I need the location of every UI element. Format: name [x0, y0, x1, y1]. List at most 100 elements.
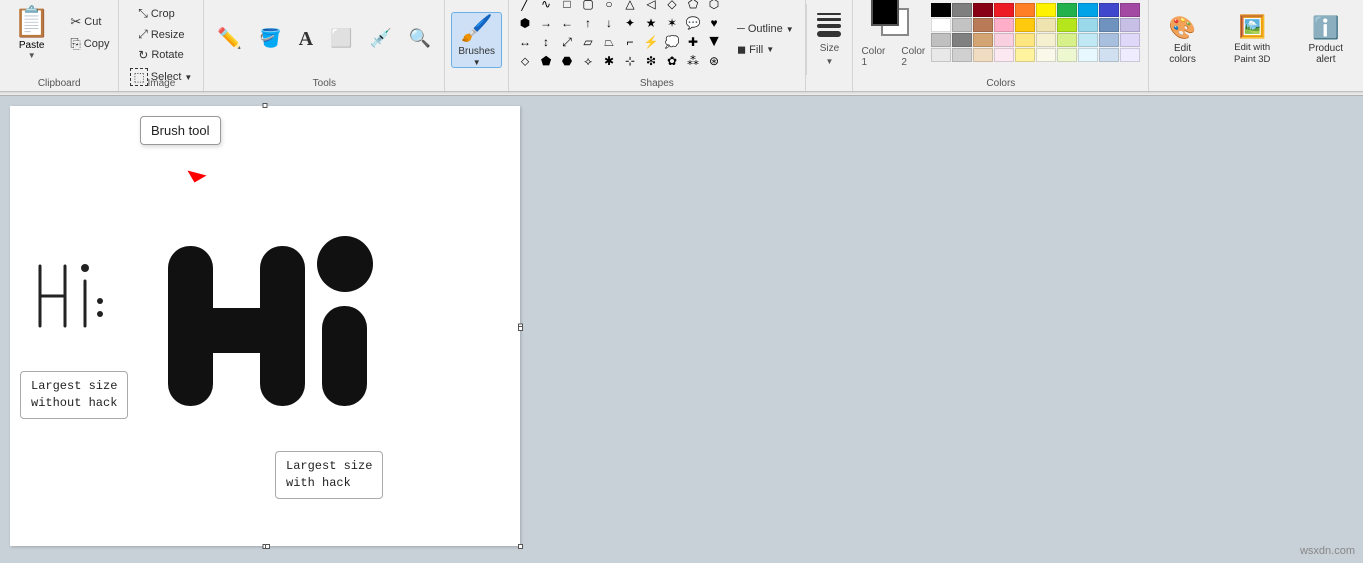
shape-hex[interactable]: ⬡: [704, 0, 724, 13]
shape-curve[interactable]: ∿: [536, 0, 556, 13]
resize-button[interactable]: ⤢ Resize: [133, 25, 189, 44]
color-cell-r0c6[interactable]: [1057, 3, 1077, 17]
shape-8[interactable]: ✱: [599, 52, 619, 70]
color-cell-r3c6[interactable]: [1057, 48, 1077, 62]
color-cell-r2c9[interactable]: [1120, 33, 1140, 47]
color-cell-r3c0[interactable]: [931, 48, 951, 62]
color-cell-r3c1[interactable]: [952, 48, 972, 62]
color-cell-r1c4[interactable]: [1015, 18, 1035, 32]
color-cell-r3c4[interactable]: [1015, 48, 1035, 62]
fill-button[interactable]: 🪣: [252, 14, 288, 66]
handle-mid-right[interactable]: [518, 326, 523, 331]
copy-button[interactable]: ⎘ Copy: [65, 34, 114, 54]
handle-bottom-left[interactable]: [265, 544, 270, 549]
shape-6[interactable]: ⬣: [557, 52, 577, 70]
shape-arrow-lr[interactable]: ↔: [515, 33, 535, 51]
color-cell-r3c8[interactable]: [1099, 48, 1119, 62]
color-cell-r3c3[interactable]: [994, 48, 1014, 62]
shape-arrow-u[interactable]: ↑: [578, 14, 598, 32]
shape-diamond[interactable]: ◇: [662, 0, 682, 13]
shape-penta[interactable]: ⬠: [683, 0, 703, 13]
shape-arrow-4[interactable]: ⤢: [557, 33, 577, 51]
color-cell-r0c9[interactable]: [1120, 3, 1140, 17]
color-cell-r0c4[interactable]: [1015, 3, 1035, 17]
fill-shape-button[interactable]: ◼ Fill ▼: [732, 41, 799, 58]
color-cell-r2c7[interactable]: [1078, 33, 1098, 47]
shape-4[interactable]: ⬦: [515, 52, 535, 70]
eraser-button[interactable]: ⬜: [323, 14, 359, 66]
paste-button[interactable]: 📋 Paste ▼: [4, 2, 59, 63]
color-cell-r1c6[interactable]: [1057, 18, 1077, 32]
shape-line[interactable]: ╱: [515, 0, 535, 13]
color-cell-r1c9[interactable]: [1120, 18, 1140, 32]
color-cell-r2c2[interactable]: [973, 33, 993, 47]
color-cell-r2c6[interactable]: [1057, 33, 1077, 47]
shape-7[interactable]: ⟡: [578, 52, 598, 70]
shape-star5[interactable]: ★: [641, 14, 661, 32]
color-cell-r3c2[interactable]: [973, 48, 993, 62]
shape-rtriangle[interactable]: ◁: [641, 0, 661, 13]
shape-arrow-r[interactable]: →: [536, 14, 556, 32]
outline-button[interactable]: ─ Outline ▼: [732, 21, 799, 37]
color-cell-r0c8[interactable]: [1099, 3, 1119, 17]
shape-lightning[interactable]: ⚡: [641, 33, 661, 51]
product-alert-button[interactable]: ℹ️ Product alert: [1295, 10, 1357, 70]
handle-top-center[interactable]: [263, 103, 268, 108]
color-cell-r3c9[interactable]: [1120, 48, 1140, 62]
shape-ellipse[interactable]: ○: [599, 0, 619, 13]
paint3d-button[interactable]: 🖼️ Edit with Paint 3D: [1214, 10, 1291, 70]
shape-13[interactable]: ⊛: [704, 52, 724, 70]
color-cell-r0c7[interactable]: [1078, 3, 1098, 17]
color-picker-button[interactable]: 💉: [363, 14, 399, 66]
color-cell-r1c5[interactable]: [1036, 18, 1056, 32]
color-cell-r1c3[interactable]: [994, 18, 1014, 32]
color-cell-r0c5[interactable]: [1036, 3, 1056, 17]
shape-heart[interactable]: ♥: [704, 14, 724, 32]
paint-canvas[interactable]: Brush tool Largest sizewithout hack: [10, 106, 520, 546]
cut-button[interactable]: ✂ Cut: [65, 12, 114, 32]
color-cell-r3c7[interactable]: [1078, 48, 1098, 62]
color1-swatch[interactable]: [871, 0, 899, 26]
color-cell-r1c1[interactable]: [952, 18, 972, 32]
shape-11[interactable]: ✿: [662, 52, 682, 70]
shape-arrow-l[interactable]: ←: [557, 14, 577, 32]
color-cell-r2c0[interactable]: [931, 33, 951, 47]
color-cell-r3c5[interactable]: [1036, 48, 1056, 62]
shape-triangle[interactable]: △: [620, 0, 640, 13]
brushes-button[interactable]: 🖌️ Brushes ▼: [451, 12, 502, 68]
shape-more[interactable]: ▼: [704, 33, 724, 51]
shape-arrow-d[interactable]: ↓: [599, 14, 619, 32]
size-selector[interactable]: [814, 10, 844, 40]
color-cell-r2c5[interactable]: [1036, 33, 1056, 47]
color-cell-r1c7[interactable]: [1078, 18, 1098, 32]
shape-callout[interactable]: 💬: [683, 14, 703, 32]
shape-speech[interactable]: 💭: [662, 33, 682, 51]
color-cell-r0c3[interactable]: [994, 3, 1014, 17]
shape-cross[interactable]: ✚: [683, 33, 703, 51]
color-cell-r0c1[interactable]: [952, 3, 972, 17]
color-cell-r2c8[interactable]: [1099, 33, 1119, 47]
edit-colors-button[interactable]: 🎨 Edit colors: [1155, 10, 1210, 70]
color-cell-r1c0[interactable]: [931, 18, 951, 32]
rotate-button[interactable]: ↻ Rotate: [133, 46, 188, 64]
text-button[interactable]: A: [292, 14, 320, 66]
shape-parallelogram[interactable]: ▱: [578, 33, 598, 51]
color-cell-r2c1[interactable]: [952, 33, 972, 47]
crop-button[interactable]: ⤡ Crop: [133, 4, 179, 23]
color-cell-r2c3[interactable]: [994, 33, 1014, 47]
handle-bottom-right[interactable]: [518, 544, 523, 549]
color-cell-r2c4[interactable]: [1015, 33, 1035, 47]
shape-oct[interactable]: ⬢: [515, 14, 535, 32]
color-cell-r0c0[interactable]: [931, 3, 951, 17]
shape-star6[interactable]: ✶: [662, 14, 682, 32]
shape-arrow-ud[interactable]: ↕: [536, 33, 556, 51]
magnifier-button[interactable]: 🔍: [402, 14, 438, 66]
pencil-button[interactable]: ✏️: [210, 14, 249, 66]
shape-trapezoid[interactable]: ⏢: [599, 33, 619, 51]
shape-12[interactable]: ⁂: [683, 52, 703, 70]
shape-10[interactable]: ❇: [641, 52, 661, 70]
color-cell-r0c2[interactable]: [973, 3, 993, 17]
shape-roundrect[interactable]: ▢: [578, 0, 598, 13]
shape-9[interactable]: ⊹: [620, 52, 640, 70]
shape-5[interactable]: ⬟: [536, 52, 556, 70]
